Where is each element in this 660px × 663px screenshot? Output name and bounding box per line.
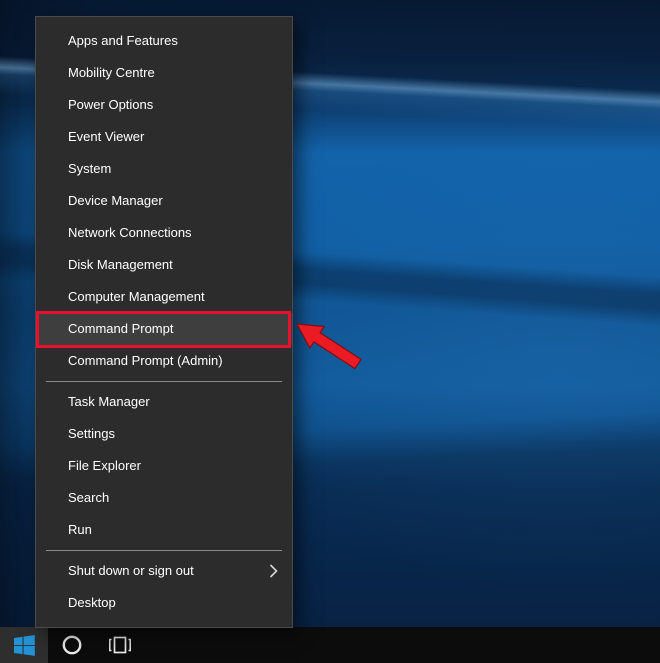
menu-item-shut-down-or-sign-out[interactable]: Shut down or sign out (36, 555, 292, 587)
chevron-right-icon (269, 564, 278, 578)
menu-item-desktop[interactable]: Desktop (36, 587, 292, 619)
menu-item-disk-management[interactable]: Disk Management (36, 249, 292, 281)
menu-item-file-explorer[interactable]: File Explorer (36, 450, 292, 482)
start-button[interactable] (0, 627, 48, 663)
circle-icon (61, 634, 83, 656)
menu-item-task-manager[interactable]: Task Manager (36, 386, 292, 418)
menu-item-computer-management[interactable]: Computer Management (36, 281, 292, 313)
menu-item-system[interactable]: System (36, 153, 292, 185)
windows-logo-icon (14, 635, 35, 656)
taskbar (0, 627, 660, 663)
menu-item-power-options[interactable]: Power Options (36, 89, 292, 121)
task-view-icon (108, 636, 132, 654)
menu-item-device-manager[interactable]: Device Manager (36, 185, 292, 217)
menu-item-network-connections[interactable]: Network Connections (36, 217, 292, 249)
menu-separator (46, 381, 282, 382)
menu-item-command-prompt-admin[interactable]: Command Prompt (Admin) (36, 345, 292, 377)
task-view-button[interactable] (96, 627, 144, 663)
menu-item-mobility-centre[interactable]: Mobility Centre (36, 57, 292, 89)
menu-item-search[interactable]: Search (36, 482, 292, 514)
menu-item-run[interactable]: Run (36, 514, 292, 546)
menu-item-event-viewer[interactable]: Event Viewer (36, 121, 292, 153)
annotation-arrow (294, 318, 368, 374)
menu-item-apps-and-features[interactable]: Apps and Features (36, 25, 292, 57)
highlight-rectangle (36, 311, 291, 348)
menu-separator (46, 550, 282, 551)
menu-item-settings[interactable]: Settings (36, 418, 292, 450)
menu-item-label: Shut down or sign out (68, 555, 194, 587)
cortana-button[interactable] (48, 627, 96, 663)
